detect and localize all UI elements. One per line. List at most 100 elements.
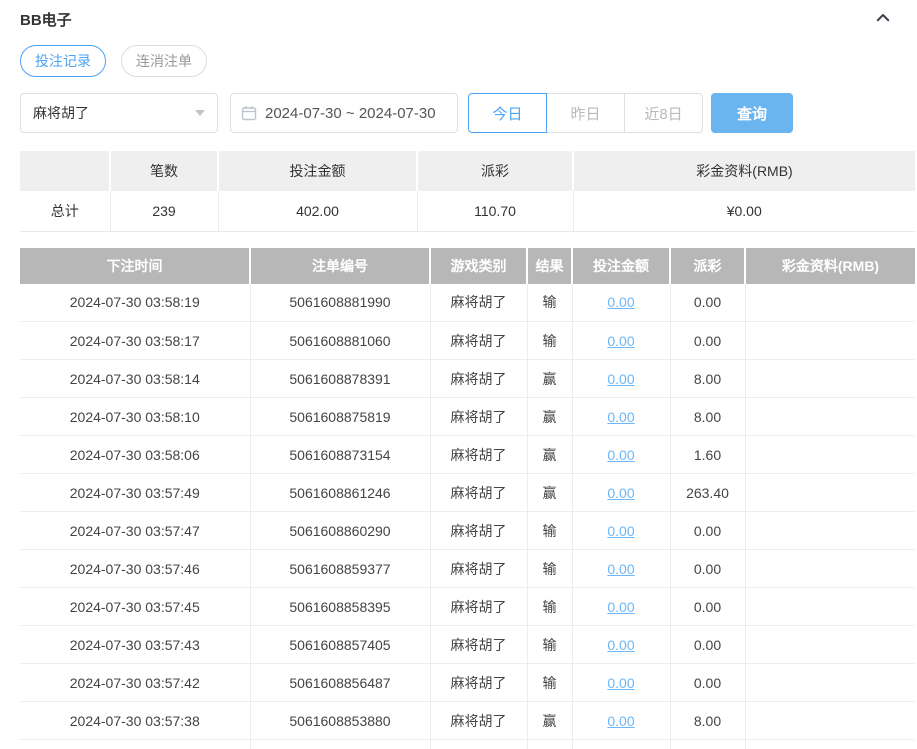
table-row: 2024-07-30 03:57:47 5061608860290 麻将胡了 输… (20, 511, 915, 550)
cell-bet-amount: 0.00 (572, 397, 671, 436)
records-col-result: 结果 (527, 247, 573, 284)
quick-range-last8days-button[interactable]: 近8日 (624, 93, 703, 133)
bet-amount-link[interactable]: 0.00 (607, 637, 634, 653)
cell-order-id: 5061608856487 (250, 663, 431, 702)
bet-amount-link[interactable]: 0.00 (607, 371, 634, 387)
cell-jackpot (745, 397, 915, 436)
calendar-icon (241, 106, 257, 121)
cell-bet-time: 2024-07-30 03:58:19 (20, 283, 251, 322)
cell-bet-time: 2024-07-30 03:58:14 (20, 359, 251, 398)
summary-total-count: 239 (110, 191, 219, 232)
cell-jackpot (745, 321, 915, 360)
cell-result: 输 (527, 511, 573, 550)
table-row: 2024-07-30 03:57:45 5061608858395 麻将胡了 输… (20, 587, 915, 626)
summary-total-label: 总计 (20, 191, 111, 232)
records-col-bet-time: 下注时间 (20, 247, 251, 284)
cell-bet-amount: 0.00 (572, 511, 671, 550)
summary-total-row: 总计 239 402.00 110.70 ¥0.00 (20, 191, 915, 232)
records-col-jackpot: 彩金资料(RMB) (745, 247, 915, 284)
cell-game: 麻将胡了 (430, 435, 528, 474)
cell-bet-amount: 0.00 (572, 283, 671, 322)
cell-game: 麻将胡了 (430, 549, 528, 588)
cell-result: 输 (527, 321, 573, 360)
bet-amount-link[interactable]: 0.00 (607, 447, 634, 463)
cell-order-id: 5061608881990 (250, 283, 431, 322)
cell-order-id: 5061608875819 (250, 397, 431, 436)
cell-jackpot (745, 283, 915, 322)
cell-payout: 8.00 (670, 397, 746, 436)
records-table: 下注时间 注单编号 游戏类别 结果 投注金额 派彩 彩金资料(RMB) 2024… (20, 247, 915, 749)
records-col-order-id: 注单编号 (250, 247, 431, 284)
cell-bet-time: 2024-07-30 03:57:47 (20, 511, 251, 550)
cell-payout: 263.40 (670, 473, 746, 512)
table-row: 2024-07-30 03:57:46 5061608859377 麻将胡了 输… (20, 549, 915, 588)
cell-bet-amount: 0.00 (572, 587, 671, 626)
cell-game: 麻将胡了 (430, 625, 528, 664)
cell-order-id: 5061608881060 (250, 321, 431, 360)
bet-amount-link[interactable]: 0.00 (607, 523, 634, 539)
cell-jackpot (745, 511, 915, 550)
records-col-bet-amount: 投注金额 (572, 247, 671, 284)
game-select[interactable]: 麻将胡了 (20, 93, 218, 133)
cell-jackpot (745, 473, 915, 512)
bet-amount-link[interactable]: 0.00 (607, 333, 634, 349)
cell-bet-time: 2024-07-30 03:57:43 (20, 625, 251, 664)
records-col-game: 游戏类别 (430, 247, 528, 284)
quick-range-yesterday-button[interactable]: 昨日 (546, 93, 625, 133)
bet-amount-link[interactable]: 0.00 (607, 409, 634, 425)
cell-payout: 0.00 (670, 663, 746, 702)
cell-payout: 0.00 (670, 321, 746, 360)
cell-bet-amount: 0.00 (572, 321, 671, 360)
chevron-down-icon (195, 110, 205, 116)
cell-bet-time: 2024-07-30 03:57:38 (20, 701, 251, 740)
cell-payout: 8.00 (670, 359, 746, 398)
cell-result: 输 (527, 587, 573, 626)
cell-game: 麻将胡了 (430, 701, 528, 740)
quick-range-today-button[interactable]: 今日 (468, 93, 547, 133)
bet-amount-link[interactable]: 0.00 (607, 294, 634, 310)
cell-result: 输 (527, 663, 573, 702)
bet-amount-link[interactable]: 0.00 (607, 675, 634, 691)
records-header-row: 下注时间 注单编号 游戏类别 结果 投注金额 派彩 彩金资料(RMB) (20, 247, 915, 284)
tab-bet-records[interactable]: 投注记录 (20, 45, 106, 77)
tab-cancelled-orders[interactable]: 连消注单 (121, 45, 207, 77)
date-range-input[interactable]: 2024-07-30 ~ 2024-07-30 (230, 93, 458, 133)
cell-bet-time: 2024-07-30 03:57:49 (20, 473, 251, 512)
bet-amount-link[interactable]: 0.00 (607, 561, 634, 577)
table-row: 2024-07-30 03:57:42 5061608856487 麻将胡了 输… (20, 663, 915, 702)
summary-col-payout: 派彩 (417, 151, 574, 191)
cell-game: 麻将胡了 (430, 511, 528, 550)
table-row: 2024-07-30 03:58:19 5061608881990 麻将胡了 输… (20, 283, 915, 322)
cell-order-id: 5061608873154 (250, 435, 431, 474)
bet-amount-link[interactable]: 0.00 (607, 599, 634, 615)
cell-order-id: 5061608860290 (250, 511, 431, 550)
cell-bet-time: 2024-07-30 03:57:46 (20, 549, 251, 588)
cell-game: 麻将胡了 (430, 473, 528, 512)
table-row: 2024-07-30 03:57:43 5061608857405 麻将胡了 输… (20, 625, 915, 664)
cell-bet-amount: 0.00 (572, 625, 671, 664)
cell-order-id: 5061608861246 (250, 473, 431, 512)
cell-jackpot (745, 701, 915, 740)
panel-header: BB电子 (20, 6, 897, 32)
cell-bet-time: 2024-07-30 03:57:45 (20, 587, 251, 626)
bet-amount-link[interactable]: 0.00 (607, 485, 634, 501)
summary-header-row: 笔数 投注金额 派彩 彩金资料(RMB) (20, 151, 915, 191)
bet-amount-link[interactable]: 0.00 (607, 713, 634, 729)
cell-result: 赢 (527, 473, 573, 512)
cell-game: 麻将胡了 (430, 321, 528, 360)
page-title: BB电子 (20, 11, 72, 29)
collapse-button[interactable] (871, 7, 895, 31)
table-row: 2024-07-30 03:57:49 5061608861246 麻将胡了 赢… (20, 473, 915, 512)
chevron-up-icon (874, 9, 892, 30)
cell-bet-amount: 0.00 (572, 359, 671, 398)
cell-payout: 0.00 (670, 511, 746, 550)
cell-payout: 0.00 (670, 587, 746, 626)
cell-order-id: 5061608878391 (250, 359, 431, 398)
cell-payout: 0.00 (670, 625, 746, 664)
summary-col-jackpot: 彩金资料(RMB) (573, 151, 915, 191)
search-button[interactable]: 查询 (711, 93, 793, 133)
summary-total-payout: 110.70 (417, 191, 574, 232)
panel-bb-games: BB电子 投注记录 连消注单 麻将胡了 2024-07-30 ~ 2024-07… (0, 0, 915, 749)
cell-result: 输 (527, 625, 573, 664)
cell-bet-time: 2024-07-30 03:58:17 (20, 321, 251, 360)
